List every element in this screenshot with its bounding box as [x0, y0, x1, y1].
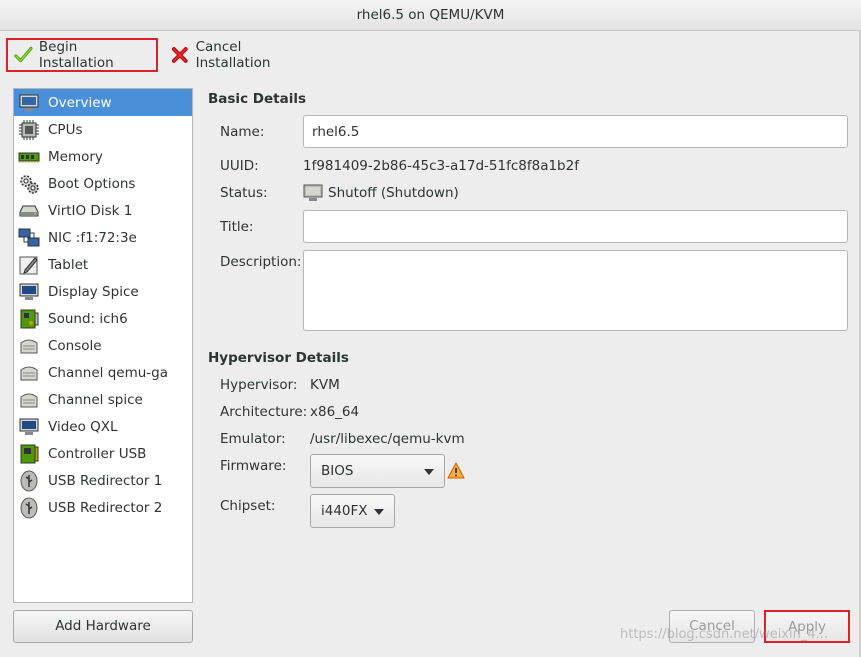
display-icon: [19, 283, 39, 300]
architecture-label: Architecture:: [220, 404, 308, 420]
sidebar-item-nic[interactable]: NIC :f1:72:3e: [14, 224, 192, 251]
title-label: Title:: [220, 219, 254, 235]
sidebar-item-sound[interactable]: Sound: ich6: [14, 305, 192, 332]
architecture-value: x86_64: [310, 404, 360, 420]
begin-installation-label: Begin Installation: [38, 39, 114, 71]
firmware-select[interactable]: BIOS: [310, 454, 445, 488]
sidebar-item-channel-qemu-ga[interactable]: Channel qemu-ga: [14, 359, 192, 386]
chevron-down-icon: [374, 509, 384, 515]
sidebar-item-tablet[interactable]: Tablet: [14, 251, 192, 278]
firmware-label: Firmware:: [220, 458, 287, 474]
status-label: Status:: [220, 185, 268, 201]
display-icon: [19, 418, 39, 435]
description-textarea[interactable]: [303, 250, 848, 331]
sidebar-item-controller-usb[interactable]: Controller USB: [14, 440, 192, 467]
watermark-text: https://blog.csdn.net/weixin_4...: [620, 627, 829, 642]
sidebar-item-usb-redirector-2[interactable]: USB Redirector 2: [14, 494, 192, 521]
window-title: rhel6.5 on QEMU/KVM: [0, 0, 861, 31]
cancel-x-icon: [171, 47, 188, 63]
sidebar-item-channel-spice[interactable]: Channel spice: [14, 386, 192, 413]
tablet-icon: [19, 256, 38, 274]
uuid-label: UUID:: [220, 158, 259, 174]
gears-icon: [20, 174, 39, 194]
chipset-label: Chipset:: [220, 498, 276, 514]
basic-details-heading: Basic Details: [208, 91, 306, 107]
uuid-value: 1f981409-2b86-45c3-a17d-51fc8f8a1b2f: [303, 158, 579, 174]
firmware-selected-value: BIOS: [321, 463, 354, 479]
status-value: Shutoff (Shutdown): [328, 185, 459, 201]
disk-icon: [19, 205, 39, 216]
description-label: Description:: [220, 254, 302, 270]
sidebar-item-overview[interactable]: Overview: [14, 89, 192, 116]
chipset-selected-value: i440FX: [321, 503, 368, 519]
controller-icon: [20, 444, 39, 463]
emulator-label: Emulator:: [220, 431, 286, 447]
sidebar-item-console[interactable]: Console: [14, 332, 192, 359]
hardware-list[interactable]: Overview CPUs Memory Boot Options VirtIO…: [13, 88, 193, 603]
serial-icon: [20, 339, 38, 353]
serial-icon: [20, 393, 38, 407]
warning-icon: [447, 462, 465, 479]
sidebar-item-usb-redirector-1[interactable]: USB Redirector 1: [14, 467, 192, 494]
hypervisor-details-heading: Hypervisor Details: [208, 350, 349, 366]
shutoff-monitor-icon: [303, 184, 323, 201]
serial-icon: [20, 366, 38, 380]
chevron-down-icon: [424, 469, 434, 475]
usb-icon: [20, 497, 38, 518]
usb-icon: [20, 470, 38, 491]
emulator-value: /usr/libexec/qemu-kvm: [310, 431, 465, 447]
name-input[interactable]: [303, 115, 848, 148]
sidebar-item-virtio-disk[interactable]: VirtIO Disk 1: [14, 197, 192, 224]
sidebar-item-display-spice[interactable]: Display Spice: [14, 278, 192, 305]
sound-card-icon: [20, 309, 39, 328]
sidebar-item-boot-options[interactable]: Boot Options: [14, 170, 192, 197]
chipset-select[interactable]: i440FX: [310, 494, 395, 528]
sidebar-item-cpus[interactable]: CPUs: [14, 116, 192, 143]
cancel-installation-label: Cancel Installation: [195, 39, 271, 71]
hypervisor-label: Hypervisor:: [220, 377, 298, 393]
name-label: Name:: [220, 124, 265, 140]
cpu-icon: [19, 119, 39, 140]
title-input[interactable]: [303, 210, 848, 243]
begin-installation-button[interactable]: Begin Installation: [6, 38, 158, 72]
monitor-icon: [19, 94, 39, 111]
network-icon: [18, 228, 40, 246]
sidebar-item-memory[interactable]: Memory: [14, 143, 192, 170]
checkmark-icon: [14, 46, 33, 63]
add-hardware-button[interactable]: Add Hardware: [13, 610, 193, 643]
memory-icon: [18, 152, 40, 163]
hypervisor-value: KVM: [310, 377, 340, 393]
cancel-installation-button[interactable]: Cancel Installation: [164, 38, 324, 72]
sidebar-item-video-qxl[interactable]: Video QXL: [14, 413, 192, 440]
